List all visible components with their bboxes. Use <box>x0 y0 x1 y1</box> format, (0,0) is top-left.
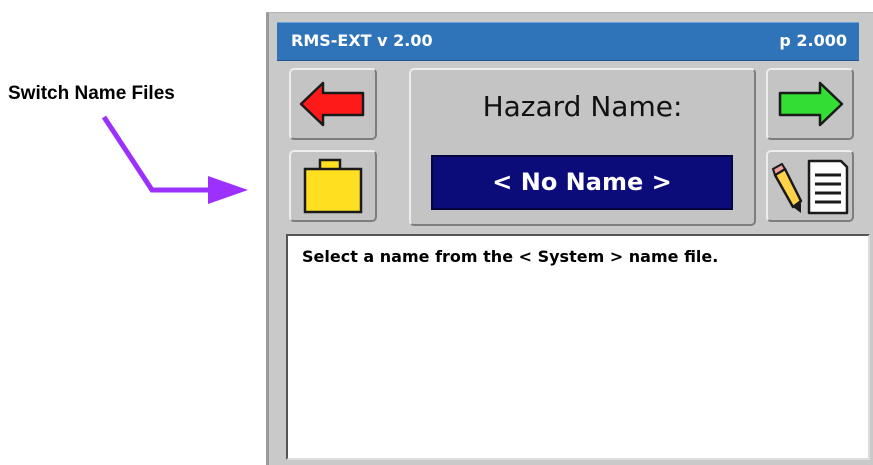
edit-name-button[interactable] <box>766 150 854 222</box>
page-indicator: p 2.000 <box>779 31 847 50</box>
red-left-arrow-icon <box>299 81 365 127</box>
device-screen: RMS-EXT v 2.00 p 2.000 Hazard Name: < No… <box>266 12 873 465</box>
yellow-folder-icon <box>303 158 363 214</box>
previous-name-button[interactable] <box>289 68 377 140</box>
pencil-document-icon <box>771 159 849 215</box>
callout-label: Switch Name Files <box>8 83 175 104</box>
title-bar: RMS-EXT v 2.00 p 2.000 <box>277 22 859 61</box>
next-name-button[interactable] <box>766 68 854 140</box>
hazard-name-panel: Hazard Name: < No Name > <box>409 68 756 226</box>
status-message: Select a name from the < System > name f… <box>302 247 719 266</box>
message-area: Select a name from the < System > name f… <box>286 234 870 460</box>
app-title: RMS-EXT v 2.00 <box>291 31 433 50</box>
hazard-name-label: Hazard Name: <box>482 90 683 123</box>
screenshot-canvas: Switch Name Files RMS-EXT v 2.00 p 2.000… <box>0 0 873 465</box>
green-right-arrow-icon <box>778 81 844 127</box>
hazard-name-field[interactable]: < No Name > <box>431 155 733 210</box>
switch-name-file-button[interactable] <box>289 150 377 222</box>
